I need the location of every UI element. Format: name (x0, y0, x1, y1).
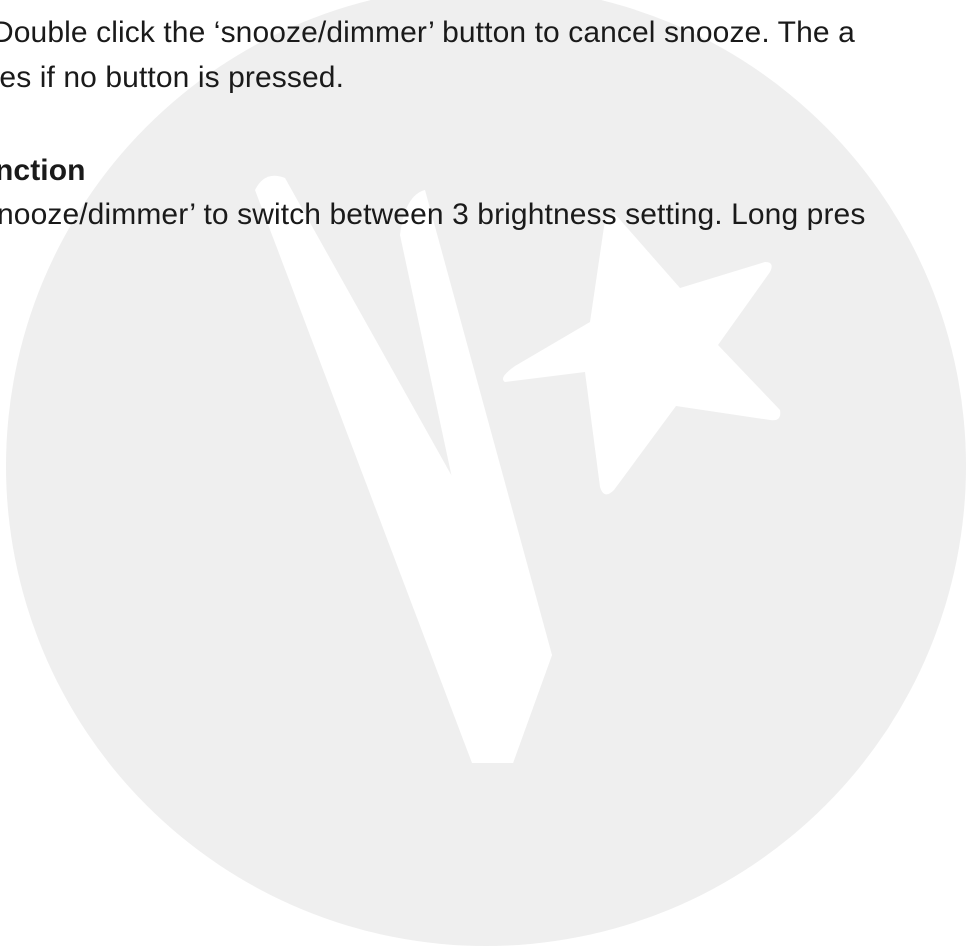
section-heading: nction (0, 154, 86, 187)
document-page: Double click the ‘snooze/dimmer’ button … (0, 0, 966, 948)
snooze-text-line-2: tes if no button is pressed. (0, 61, 344, 94)
snooze-text-line-1: Double click the ‘snooze/dimmer’ button … (0, 16, 855, 49)
dimmer-text-line-1: nooze/dimmer’ to switch between 3 bright… (0, 198, 866, 231)
